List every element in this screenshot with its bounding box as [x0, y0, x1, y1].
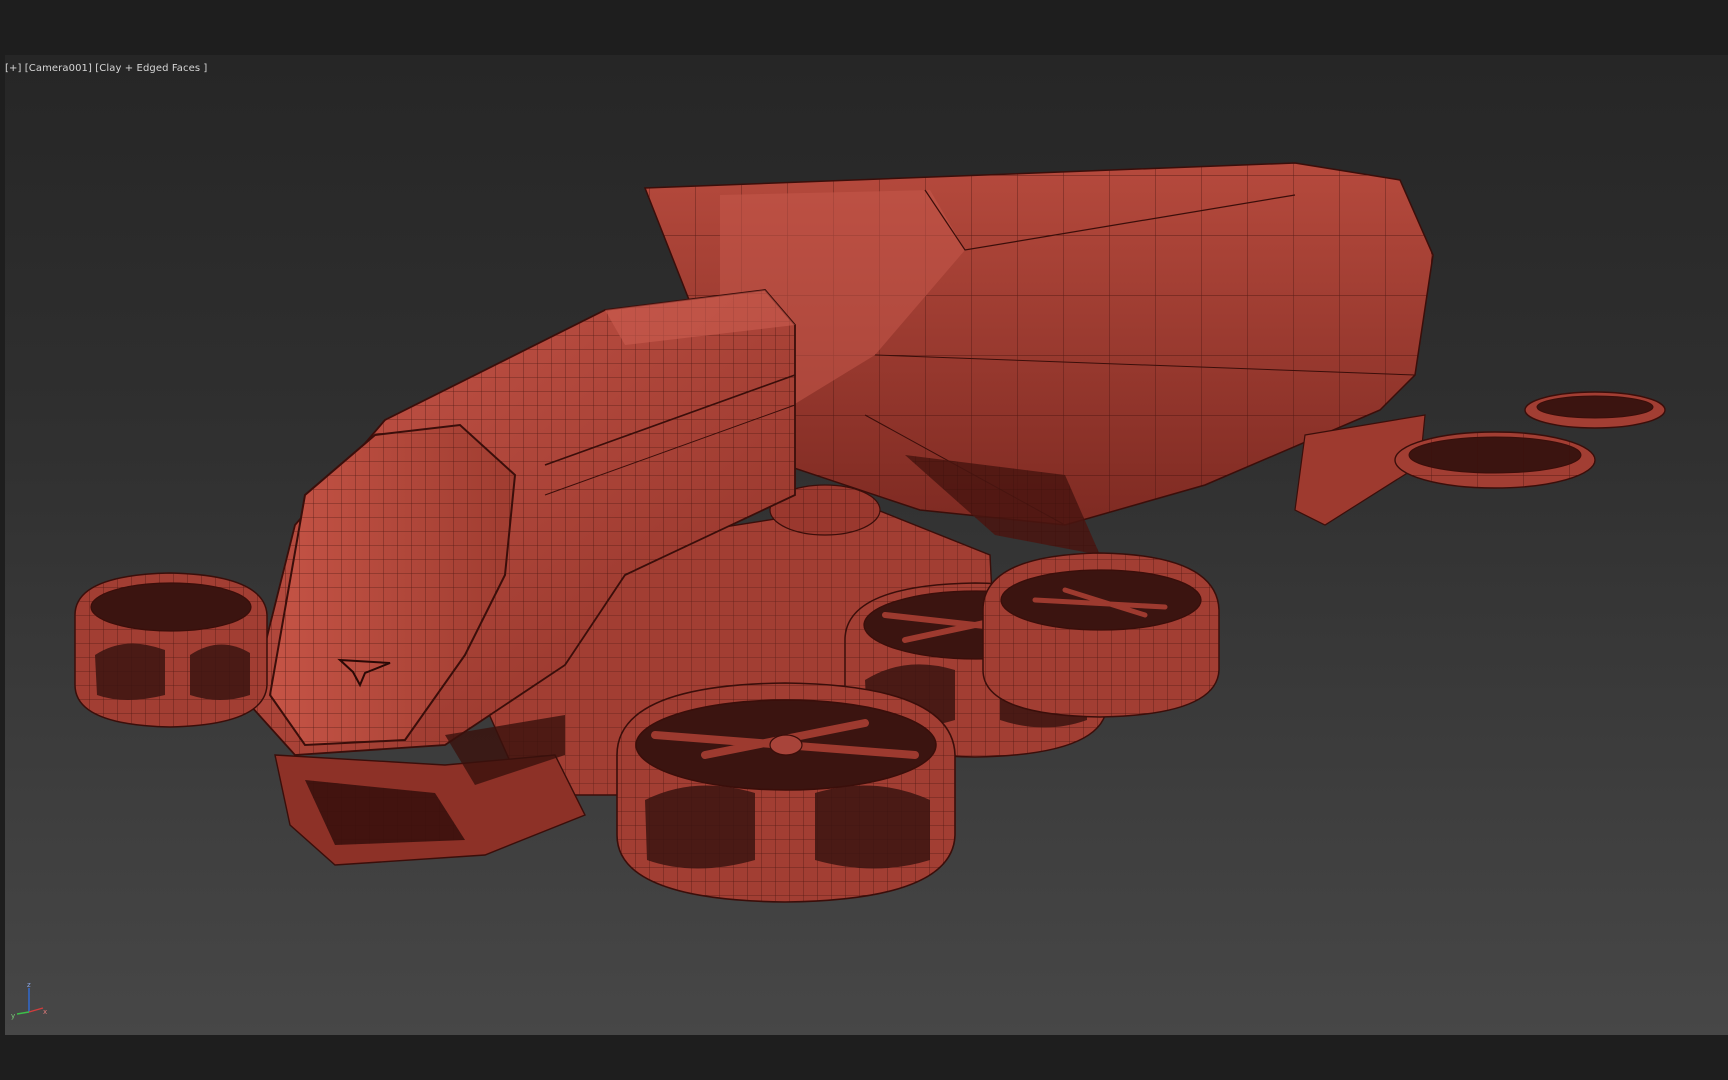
axis-x-label: x — [43, 1008, 47, 1016]
front-rotor-left — [74, 572, 268, 728]
axis-gizmo: z x y — [11, 981, 47, 1020]
side-rotor-rear — [982, 552, 1220, 718]
front-rotor-center — [616, 682, 956, 903]
shading-menu-button[interactable]: [Clay + Edged Faces ] — [95, 63, 207, 74]
axis-z-label: z — [27, 981, 31, 989]
camera-menu-button[interactable]: [Camera001] — [25, 63, 92, 74]
viewport-label: [+] [Camera001] [Clay + Edged Faces ] — [5, 63, 207, 74]
viewport-menu-button[interactable]: [+] — [5, 63, 21, 74]
rear-rotor-left — [1394, 431, 1596, 489]
perspective-viewport[interactable]: [+] [Camera001] [Clay + Edged Faces ] z … — [5, 55, 1728, 1035]
drone-model-render[interactable] — [5, 55, 1728, 1035]
bottom-bar — [0, 1035, 1728, 1080]
app-window: [+] [Camera001] [Clay + Edged Faces ] z … — [0, 0, 1728, 1080]
axis-y-label: y — [11, 1012, 15, 1020]
rear-rotor-right — [1524, 391, 1666, 429]
